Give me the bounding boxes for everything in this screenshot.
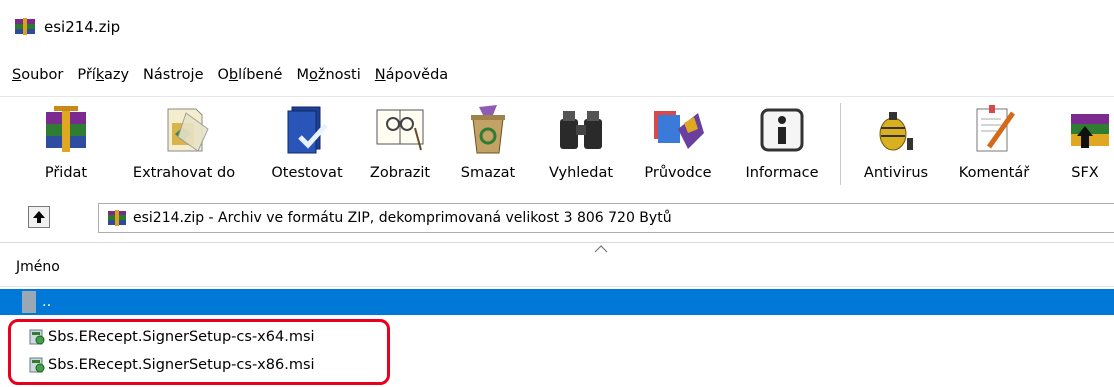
delete-recycle-icon — [471, 105, 505, 154]
sfx-icon — [1071, 114, 1109, 148]
menu-bar: Soubor Příkazy Nástroje Oblíbené Možnost… — [0, 60, 1114, 90]
address-text: esi214.zip - Archiv ve formátu ZIP, deko… — [133, 210, 672, 226]
menu-napoveda[interactable]: Nápověda — [375, 65, 448, 85]
address-row: esi214.zip - Archiv ve formátu ZIP, deko… — [0, 196, 1114, 242]
view-book-icon — [376, 109, 424, 151]
test-button[interactable]: Otestovat — [264, 99, 350, 191]
comment-pen-icon — [976, 105, 1016, 152]
test-icon — [287, 106, 328, 154]
view-button[interactable]: Zobrazit — [364, 99, 436, 191]
find-binoculars-icon — [560, 111, 602, 149]
wizard-icon — [654, 111, 704, 149]
arrow-up-icon — [33, 211, 45, 223]
find-button[interactable]: Vyhledat — [544, 99, 618, 191]
toolbar: Přidat Extrahovat do Otestovat Zobrazit … — [0, 96, 1114, 192]
menu-prikazy[interactable]: Příkazy — [77, 65, 129, 85]
list-item-parent[interactable]: .. — [0, 289, 1114, 315]
up-folder-button[interactable] — [28, 206, 50, 228]
menu-soubor[interactable]: Soubor — [12, 65, 63, 85]
add-button[interactable]: Přidat — [36, 99, 96, 191]
column-name-label: Jméno — [16, 259, 60, 275]
info-button[interactable]: Informace — [738, 99, 826, 191]
toolbar-separator — [840, 103, 841, 185]
menu-oblibene[interactable]: Oblíbené — [218, 65, 283, 85]
archive-icon — [108, 210, 126, 226]
antivirus-button[interactable]: Antivirus — [856, 99, 936, 191]
column-header-name[interactable]: Jméno — [0, 243, 1114, 287]
address-field[interactable]: esi214.zip - Archiv ve formátu ZIP, deko… — [98, 203, 1114, 233]
file-list: Jméno .. Sbs.ERecept.SignerSetup-cs-x64.… — [0, 242, 1114, 387]
menu-nastroje[interactable]: Nástroje — [143, 65, 203, 85]
extract-icon — [167, 108, 209, 152]
delete-button[interactable]: Smazat — [458, 99, 518, 191]
menu-moznosti[interactable]: Možnosti — [296, 65, 360, 85]
wizard-button[interactable]: Průvodce — [636, 99, 720, 191]
info-icon — [760, 108, 804, 152]
antivirus-bug-icon — [879, 112, 913, 151]
window-title: esi214.zip — [44, 18, 121, 36]
highlight-annotation — [8, 319, 390, 385]
sfx-button[interactable]: SFX — [1060, 99, 1110, 191]
parent-folder-icon — [22, 291, 36, 313]
title-bar: esi214.zip — [0, 0, 1114, 54]
sort-ascending-icon — [594, 245, 608, 253]
comment-button[interactable]: Komentář — [954, 99, 1034, 191]
add-archive-icon — [46, 106, 86, 152]
winrar-archive-icon — [15, 18, 35, 35]
extract-to-button[interactable]: Extrahovat do — [124, 99, 244, 191]
